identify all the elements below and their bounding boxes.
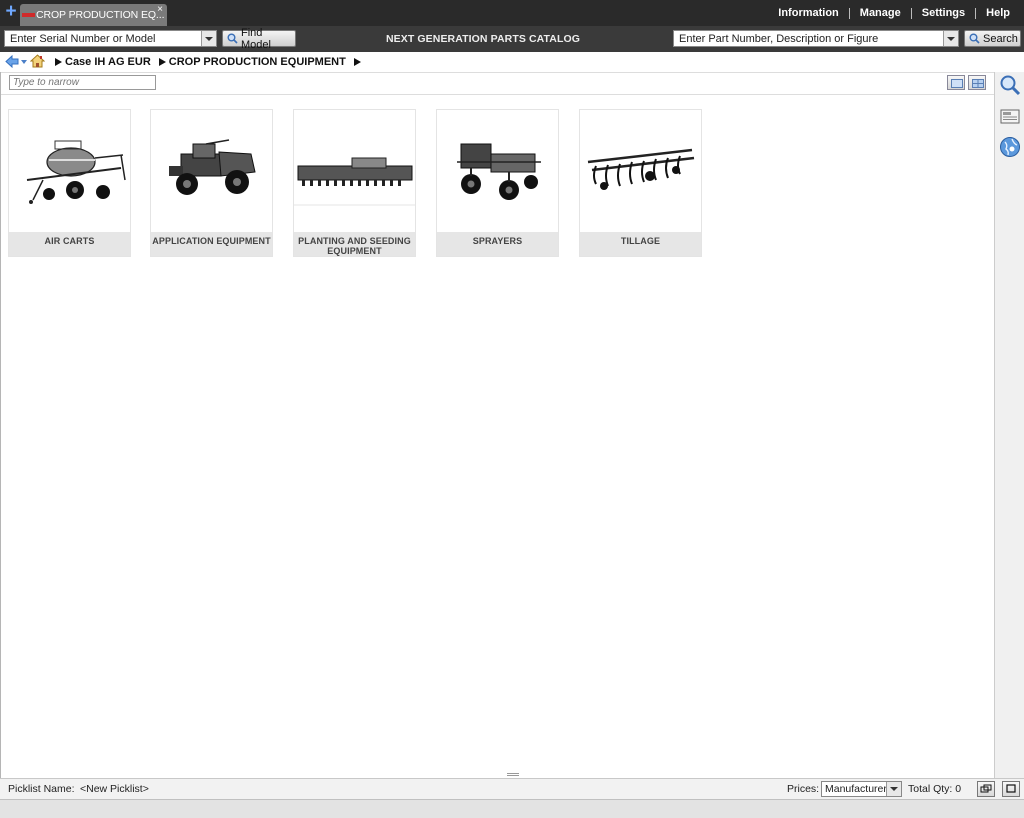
case-ih-logo-icon (22, 13, 35, 17)
narrow-filter-input[interactable] (9, 75, 156, 90)
home-icon[interactable] (29, 54, 46, 68)
breadcrumb-arrow-icon (55, 58, 62, 66)
top-menu: Information Manage Settings Help (778, 7, 1010, 19)
category-sprayers[interactable]: SPRAYERS (436, 109, 559, 257)
menu-divider (975, 7, 977, 19)
news-icon[interactable] (999, 105, 1021, 127)
sprayer-image (437, 110, 558, 232)
application-equipment-image (151, 110, 272, 232)
menu-divider (910, 7, 912, 19)
list-view-icon (951, 79, 963, 88)
breadcrumb-trail: Case IH AG EUR CROP PRODUCTION EQUIPMENT (55, 56, 364, 68)
new-tab-button[interactable]: + (3, 2, 19, 21)
picklist-bar: Picklist Name: <New Picklist> Prices: Ma… (0, 778, 1024, 799)
title-bar: + CROP PRODUCTION EQ... × Information Ma… (0, 0, 1024, 26)
prices-label: Prices: (787, 783, 820, 795)
restore-picklist-button[interactable] (977, 781, 995, 797)
category-tillage[interactable]: TILLAGE (579, 109, 702, 257)
tab-close-icon[interactable]: × (155, 5, 165, 15)
search-icon (227, 33, 238, 44)
menu-divider (848, 7, 850, 19)
grid-view-icon (972, 79, 984, 88)
tab-crop-production[interactable]: CROP PRODUCTION EQ... × (20, 4, 167, 26)
category-label: APPLICATION EQUIPMENT (151, 232, 272, 256)
category-application-equipment[interactable]: APPLICATION EQUIPMENT (150, 109, 273, 257)
breadcrumb: Case IH AG EUR CROP PRODUCTION EQUIPMENT (0, 52, 1024, 72)
chevron-down-icon[interactable] (886, 782, 901, 796)
toolbar: Find Model NEXT GENERATION PARTS CATALOG… (0, 26, 1024, 52)
part-search-input[interactable] (679, 33, 939, 45)
find-model-label: Find Model (241, 26, 271, 51)
tillage-image (580, 110, 701, 232)
planter-image (294, 110, 415, 232)
picklist-name-label: Picklist Name: (8, 783, 75, 795)
back-arrow-icon[interactable] (5, 54, 19, 69)
prices-select[interactable]: Manufacturer (821, 781, 902, 797)
serial-model-combo[interactable] (4, 30, 217, 47)
maximize-picklist-button[interactable] (1002, 781, 1020, 797)
menu-manage[interactable]: Manage (860, 7, 901, 19)
tab-label: CROP PRODUCTION EQ... (36, 9, 165, 21)
globe-icon[interactable] (999, 136, 1021, 158)
part-search-combo[interactable] (673, 30, 959, 47)
restore-icon (980, 784, 992, 793)
search-label: Search (983, 32, 1018, 45)
breadcrumb-arrow-icon[interactable] (353, 58, 361, 66)
find-model-button[interactable]: Find Model (222, 27, 296, 51)
menu-information[interactable]: Information (778, 7, 839, 19)
content-border (0, 72, 1, 778)
status-bar (0, 799, 1024, 818)
air-cart-image (9, 110, 130, 232)
search-icon (969, 33, 980, 44)
category-air-carts[interactable]: AIR CARTS (8, 109, 131, 257)
picklist-name-value[interactable]: <New Picklist> (80, 783, 149, 795)
filter-bar (0, 72, 994, 95)
search-button[interactable]: Search (964, 30, 1021, 47)
breadcrumb-case-ih[interactable]: Case IH AG EUR (65, 56, 151, 68)
total-qty: Total Qty: 0 (908, 783, 962, 795)
chevron-down-icon[interactable] (201, 31, 216, 46)
menu-help[interactable]: Help (986, 7, 1010, 19)
chevron-down-icon[interactable] (943, 31, 958, 46)
catalog-title: NEXT GENERATION PARTS CATALOG (385, 33, 581, 45)
menu-settings[interactable]: Settings (922, 7, 965, 19)
breadcrumb-arrow-icon (158, 58, 166, 66)
search-panel-icon[interactable] (999, 74, 1021, 96)
category-label: PLANTING AND SEEDING EQUIPMENT (294, 232, 415, 256)
grid-view-button[interactable] (968, 75, 986, 90)
maximize-icon (1006, 784, 1016, 793)
category-label: SPRAYERS (437, 232, 558, 256)
category-label: TILLAGE (580, 232, 701, 256)
history-dropdown-icon[interactable] (21, 60, 27, 64)
serial-model-input[interactable] (10, 33, 200, 45)
prices-value: Manufacturer (825, 783, 887, 795)
right-sidebar (994, 72, 1024, 778)
breadcrumb-crop-production[interactable]: CROP PRODUCTION EQUIPMENT (169, 56, 346, 68)
list-view-button[interactable] (947, 75, 965, 90)
category-label: AIR CARTS (9, 232, 130, 256)
category-planting-seeding[interactable]: PLANTING AND SEEDING EQUIPMENT (293, 109, 416, 257)
